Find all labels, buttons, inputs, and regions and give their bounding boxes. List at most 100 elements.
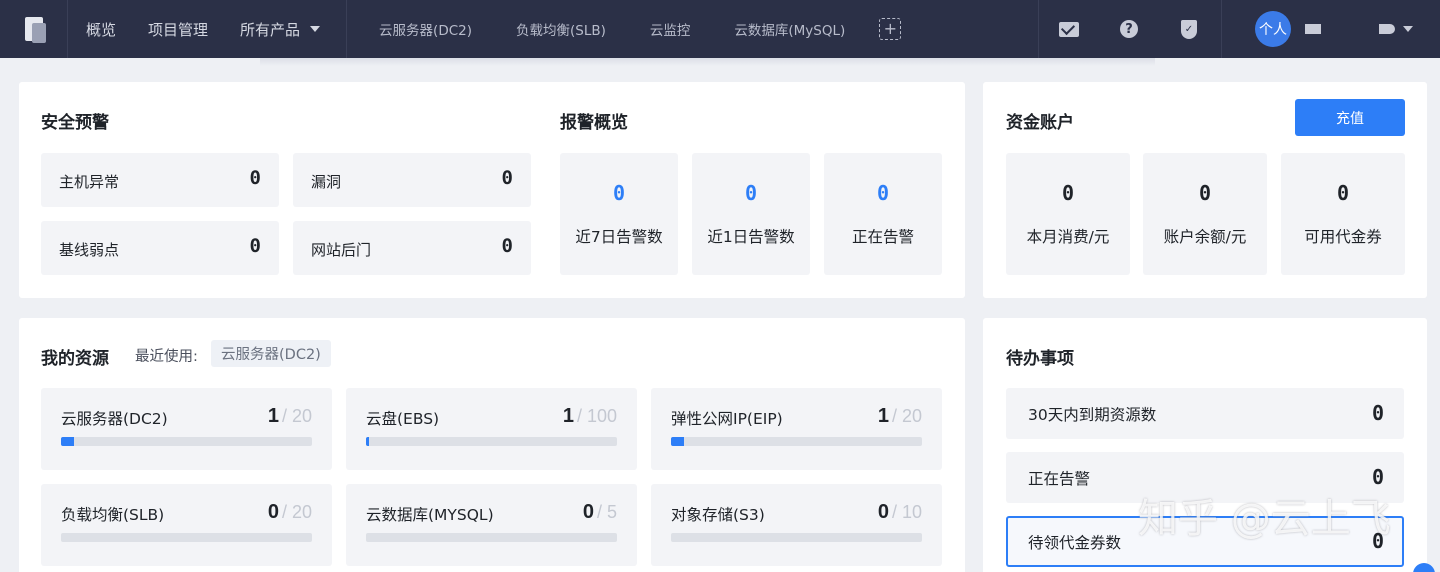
resource-tile[interactable]: 云服务器(DC2) 1/ 20: [41, 388, 332, 470]
recent-label: 最近使用:: [135, 349, 198, 365]
resource-total: / 10: [891, 502, 922, 522]
security-item-baseline[interactable]: 基线弱点 0: [41, 221, 279, 275]
username-redacted: [1305, 24, 1395, 34]
resource-quota: 1/ 20: [268, 405, 312, 428]
funds-item-vouchers[interactable]: 0 可用代金券: [1281, 153, 1405, 275]
resource-quota: 0/ 20: [268, 501, 312, 524]
funds-item-monthly[interactable]: 0 本月消费/元: [1006, 153, 1130, 275]
resource-label: 对象存储(S3): [671, 506, 765, 524]
funds-value: 0: [1198, 181, 1212, 205]
security-button[interactable]: ✓: [1159, 19, 1219, 39]
funds-label: 可用代金券: [1304, 228, 1382, 246]
alarm-item-7d[interactable]: 0 近7日告警数: [560, 153, 678, 275]
alarm-label: 近1日告警数: [707, 228, 795, 246]
resource-tile[interactable]: 云数据库(MYSQL) 0/ 5: [346, 484, 637, 566]
security-item-value: 0: [249, 167, 261, 189]
navbar-shadow: [260, 58, 1155, 66]
resource-progress-bar: [366, 437, 617, 446]
resource-tile[interactable]: 对象存储(S3) 0/ 10: [651, 484, 942, 566]
resource-used: 0: [877, 501, 889, 523]
resource-used: 1: [562, 405, 574, 427]
shortcut-slb[interactable]: 负载均衡(SLB): [494, 0, 628, 58]
resource-quota: 0/ 5: [583, 501, 617, 524]
nav-project-management[interactable]: 项目管理: [132, 0, 224, 58]
resource-progress-bar: [671, 437, 922, 446]
alarm-title: 报警概览: [560, 113, 628, 133]
watermark: 知乎 @云上飞: [1138, 496, 1391, 542]
shortcut-mysql[interactable]: 云数据库(MySQL): [712, 0, 867, 58]
resource-progress-bar: [366, 533, 617, 542]
alarm-label: 近7日告警数: [575, 228, 663, 246]
logo[interactable]: [0, 0, 68, 58]
resource-used: 1: [267, 405, 279, 427]
logo-icon: [24, 17, 46, 43]
security-item-value: 0: [249, 235, 261, 257]
resource-progress-fill: [61, 437, 74, 446]
nav-all-products[interactable]: 所有产品: [224, 0, 336, 58]
todo-item-expiring[interactable]: 30天内到期资源数 0: [1006, 388, 1404, 439]
todo-label: 待领代金券数: [1028, 534, 1122, 552]
shield-icon: ✓: [1181, 19, 1197, 39]
funds-label: 账户余额/元: [1163, 228, 1247, 246]
resource-quota: 0/ 10: [878, 501, 922, 524]
security-item-host[interactable]: 主机异常 0: [41, 153, 279, 207]
resource-label: 弹性公网IP(EIP): [671, 410, 783, 428]
resource-tile[interactable]: 弹性公网IP(EIP) 1/ 20: [651, 388, 942, 470]
security-item-label: 漏洞: [311, 173, 342, 191]
resource-label: 云数据库(MYSQL): [366, 506, 494, 524]
recharge-button[interactable]: 充值: [1295, 99, 1405, 136]
shortcut-dc2[interactable]: 云服务器(DC2): [357, 0, 494, 58]
resource-tile[interactable]: 负载均衡(SLB) 0/ 20: [41, 484, 332, 566]
alarm-value: 0: [876, 181, 890, 205]
security-item-vuln[interactable]: 漏洞 0: [293, 153, 531, 207]
nav-divider: [346, 0, 348, 58]
mail-icon: [1059, 21, 1079, 37]
user-menu[interactable]: 个人: [1255, 0, 1413, 58]
security-item-label: 基线弱点: [59, 241, 120, 259]
security-item-label: 主机异常: [59, 173, 120, 191]
add-shortcut-icon[interactable]: +: [879, 18, 902, 40]
resources-title: 我的资源: [41, 349, 109, 369]
resource-used: 1: [877, 405, 889, 427]
todo-title: 待办事项: [1006, 349, 1074, 369]
chevron-down-icon: [1403, 26, 1413, 32]
top-navbar: 概览 项目管理 所有产品 云服务器(DC2) 负载均衡(SLB) 云监控 云数据…: [0, 0, 1440, 58]
nav-overview[interactable]: 概览: [70, 0, 132, 58]
resource-used: 0: [267, 501, 279, 523]
funds-card: 资金账户 充值 0 本月消费/元 0 账户余额/元 0 可用代金券: [983, 82, 1427, 298]
service-shortcuts: 云服务器(DC2) 负载均衡(SLB) 云监控 云数据库(MySQL) +: [357, 0, 902, 58]
resource-progress-bar: [61, 533, 312, 542]
resource-progress-bar: [61, 437, 312, 446]
todo-label: 正在告警: [1028, 470, 1091, 488]
resource-quota: 1/ 100: [563, 405, 617, 428]
funds-label: 本月消费/元: [1026, 228, 1110, 246]
resource-tile[interactable]: 云盘(EBS) 1/ 100: [346, 388, 637, 470]
resource-label: 云盘(EBS): [366, 410, 440, 428]
recent-tag[interactable]: 云服务器(DC2): [211, 340, 331, 367]
funds-value: 0: [1336, 181, 1350, 205]
alarm-item-1d[interactable]: 0 近1日告警数: [692, 153, 810, 275]
resource-label: 负载均衡(SLB): [61, 506, 165, 524]
security-item-backdoor[interactable]: 网站后门 0: [293, 221, 531, 275]
resource-total: / 5: [596, 502, 617, 522]
resource-used: 0: [582, 501, 594, 523]
funds-item-balance[interactable]: 0 账户余额/元: [1143, 153, 1267, 275]
help-button[interactable]: ?: [1099, 20, 1159, 38]
resource-total: / 20: [281, 406, 312, 426]
nav-all-products-label: 所有产品: [240, 20, 301, 39]
scroll-top-button[interactable]: [1413, 563, 1435, 572]
resource-total: / 100: [576, 406, 617, 426]
resource-progress-bar: [671, 533, 922, 542]
shortcut-monitor[interactable]: 云监控: [628, 0, 713, 58]
messages-button[interactable]: [1039, 21, 1099, 37]
security-item-label: 网站后门: [311, 241, 372, 259]
funds-value: 0: [1061, 181, 1075, 205]
alarm-item-active[interactable]: 0 正在告警: [824, 153, 942, 275]
alarm-value: 0: [612, 181, 626, 205]
todo-label: 30天内到期资源数: [1028, 406, 1157, 424]
chevron-down-icon: [310, 26, 321, 32]
utility-icons: ? ✓: [1038, 0, 1222, 58]
security-title: 安全预警: [41, 113, 109, 133]
resource-label: 云服务器(DC2): [61, 410, 168, 428]
resource-progress-fill: [671, 437, 684, 446]
